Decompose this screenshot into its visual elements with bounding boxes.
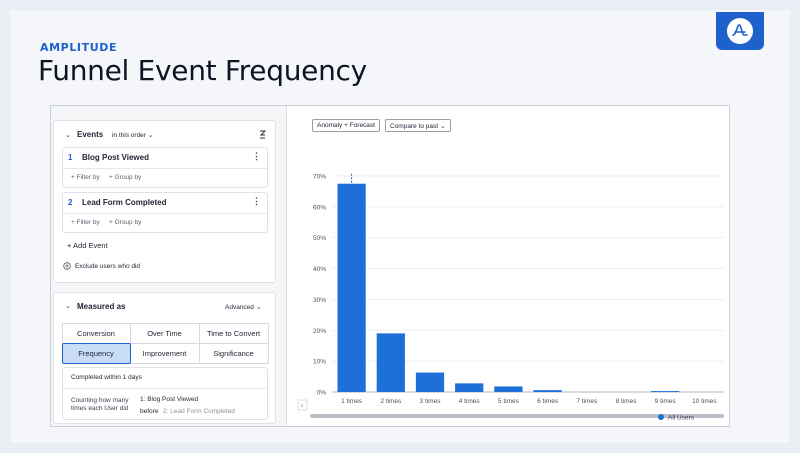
legend-label: All Users [668,415,695,422]
chart-panel: Anomaly + Forecast Compare to past ⌄ 0% 1… [296,106,731,426]
counting-event[interactable]: 1: Blog Post Viewed [140,396,198,403]
legend-dot [658,414,664,420]
bar[interactable] [415,372,445,392]
x-tick-label: 10 times [692,398,717,405]
tab-over-time[interactable]: Over Time [129,322,200,344]
bar[interactable] [337,183,366,392]
y-tick-label: 50% [313,235,326,242]
y-tick-label: 0% [317,390,327,397]
event-name: Lead Form Completed [82,198,167,207]
tab-significance[interactable]: Significance [198,342,269,364]
y-tick-label: 60% [313,204,326,211]
bar[interactable] [494,386,523,392]
x-tick-label: 2 times [380,398,402,405]
x-tick-label: 3 times [420,398,442,405]
tab-improvement[interactable]: Improvement [129,342,200,364]
event-item[interactable]: 1 Blog Post Viewed ⋮ + Filter by + Group… [62,147,268,188]
advanced-dropdown[interactable]: Advanced ⌄ [225,303,262,311]
brand-label: AMPLITUDE [40,41,118,54]
before-label: before [140,408,159,415]
frequency-bar-chart: 0% 10% 20% 30% 40% 50% 60% 70% 1 times 2 times 3 t… [297,174,724,422]
tab-time-to-convert[interactable]: Time to Convert [198,322,269,344]
filter-by-link[interactable]: + Filter by [71,174,100,181]
x-tick-label: 5 times [498,398,520,405]
counting-label: Counting how many times each User did [71,397,129,412]
y-tick-label: 20% [313,328,326,335]
measured-as-card: ⌄ Measured as Advanced ⌄ Conversion Over… [53,292,276,424]
event-item[interactable]: 2 Lead Form Completed ⋮ + Filter by + Gr… [62,192,268,233]
filter-by-link[interactable]: + Filter by [71,219,100,226]
order-dropdown-label: in this order [112,132,146,139]
bar[interactable] [376,333,405,392]
app-window: ⌄ Events in this order ⌄ 1 Blog Post Vie… [50,105,730,427]
tab-conversion[interactable]: Conversion [61,322,131,344]
measured-as-heading: Measured as [77,302,126,311]
more-options-icon[interactable]: ⋮ [252,151,261,162]
events-heading: Events [77,130,104,139]
y-tick-label: 10% [313,359,326,366]
group-by-link[interactable]: + Group by [109,174,141,181]
frequency-criteria: Completed within 1 days Counting how man… [62,367,268,420]
x-tick-label: 7 times [576,398,598,405]
chevron-down-icon: ⌄ [255,304,262,311]
add-event-button[interactable]: + Add Event [67,241,108,250]
x-tick-label: 8 times [616,398,638,405]
y-tick-label: 30% [313,297,326,304]
bar[interactable] [651,391,680,392]
before-event[interactable]: 2: Lead Form Completed [163,408,235,415]
advanced-label: Advanced [225,304,254,311]
event-number: 1 [68,153,73,162]
order-dropdown[interactable]: in this order ⌄ [112,131,154,139]
y-tick-label: 40% [313,266,326,273]
x-tick-label: 9 times [655,398,677,405]
page-title: Funnel Event Frequency [38,54,367,87]
group-by-link[interactable]: + Group by [109,219,141,226]
x-tick-label: 1 times [341,398,363,405]
settings-icon[interactable] [258,129,267,142]
collapse-chevron-icon[interactable]: ⌄ [65,131,71,139]
y-tick-label: 70% [313,174,326,181]
completed-within-selector[interactable]: Completed within 1 days [63,368,267,389]
event-name: Blog Post Viewed [82,153,149,162]
exclude-users-link[interactable]: Exclude users who did [75,263,140,270]
metric-tabs: Conversion Over Time Time to Convert Fre… [61,322,269,364]
bar[interactable] [533,390,562,392]
definition-panel: ⌄ Events in this order ⌄ 1 Blog Post Vie… [51,106,287,426]
collapse-chevron-icon[interactable]: ⌄ [65,302,71,310]
amplitude-logo-icon [716,12,764,50]
x-tick-label: 4 times [459,398,481,405]
events-card: ⌄ Events in this order ⌄ 1 Blog Post Vie… [53,120,276,283]
exclude-icon[interactable] [63,262,71,272]
event-number: 2 [68,198,73,207]
bar[interactable] [455,383,484,392]
chevron-left-icon: ‹ [301,404,303,410]
x-tick-label: 6 times [537,398,559,405]
more-options-icon[interactable]: ⋮ [252,196,261,207]
tab-frequency[interactable]: Frequency [61,342,131,364]
chevron-down-icon: ⌄ [147,132,154,139]
